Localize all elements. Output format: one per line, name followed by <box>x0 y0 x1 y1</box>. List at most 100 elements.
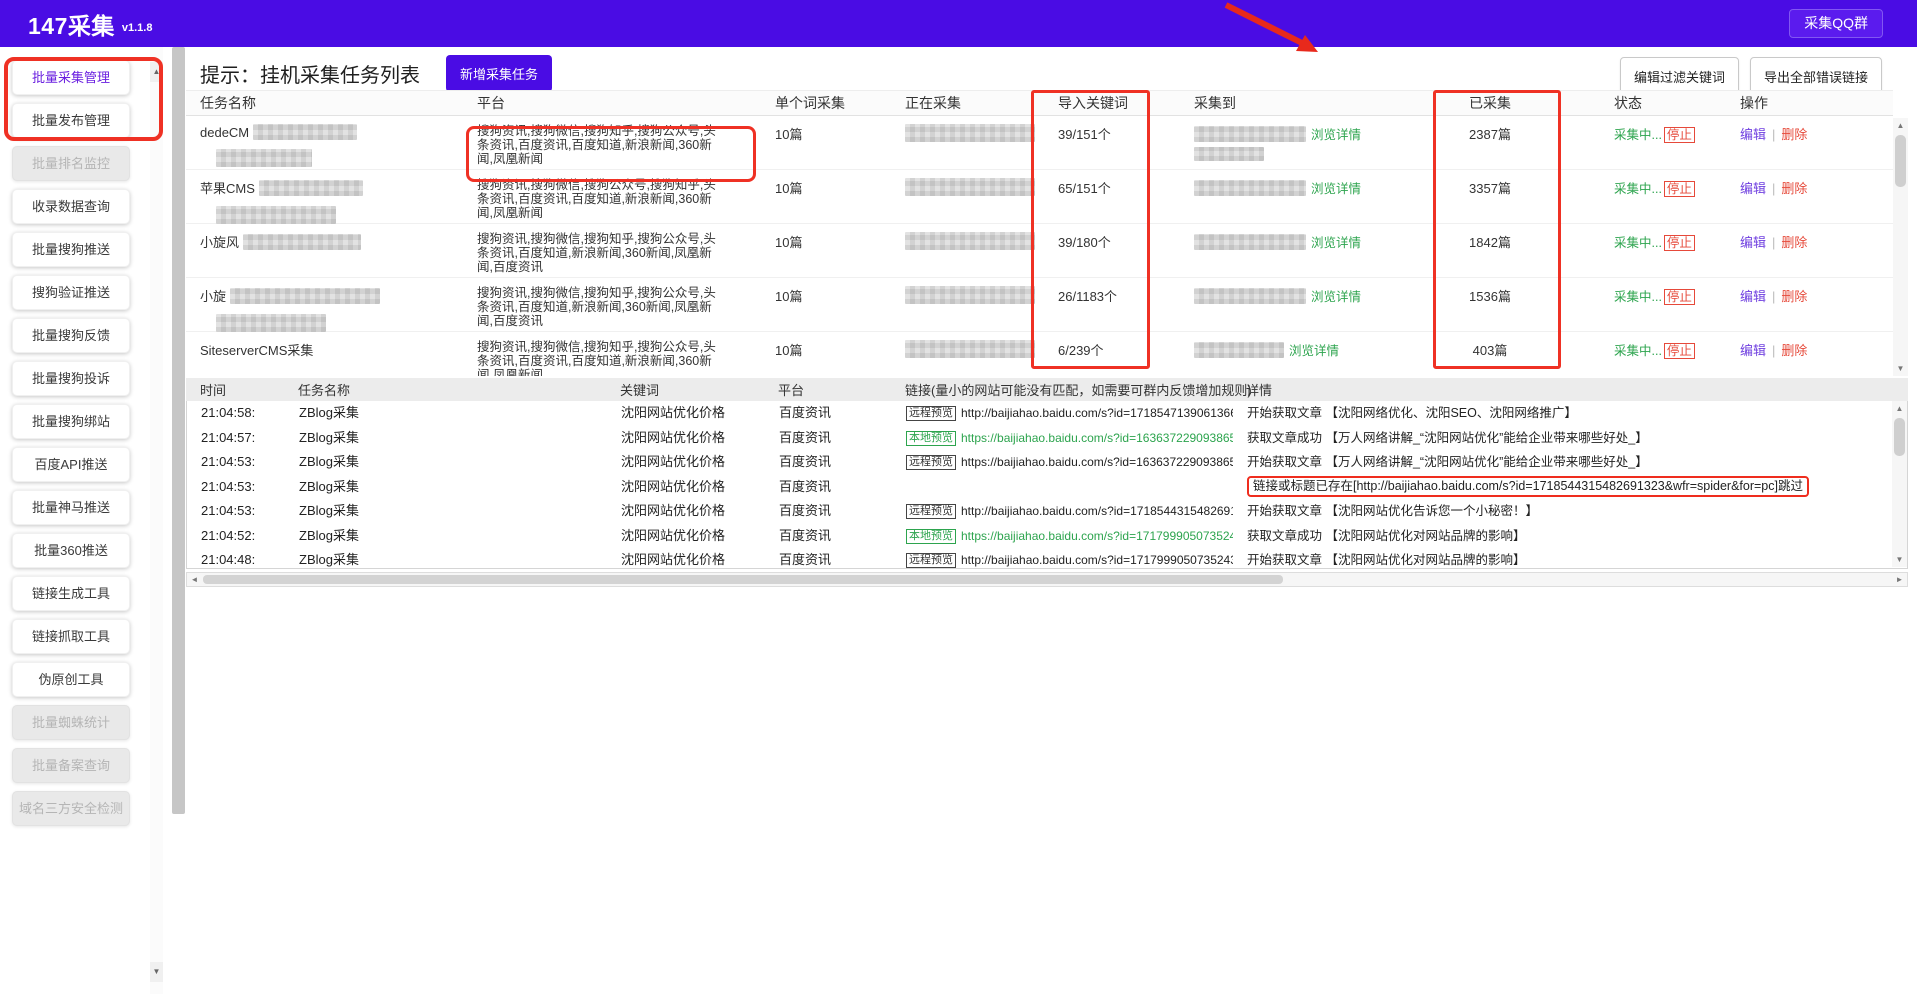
log-keyword: 沈阳网站优化价格 <box>607 475 765 500</box>
app-version: v1.1.8 <box>122 22 153 34</box>
sidebar-item-360-push[interactable]: 批量360推送 <box>12 533 130 568</box>
view-details-link[interactable]: 浏览详情 <box>1311 128 1361 142</box>
sidebar-item-pseudo-original[interactable]: 伪原创工具 <box>12 662 130 697</box>
log-detail: 获取文章成功 【沈阳网站优化对网站品牌的影响】 <box>1233 524 1907 549</box>
local-preview-badge[interactable]: 本地预览 <box>906 529 956 544</box>
sidebar-item-batch-collect[interactable]: 批量采集管理 <box>12 60 130 95</box>
stop-button[interactable]: 停止 <box>1664 235 1695 251</box>
stop-button[interactable]: 停止 <box>1664 343 1695 359</box>
task-name: 苹果CMS <box>186 170 463 224</box>
task-table-scrollbar[interactable]: ▲ ▼ <box>1893 118 1908 376</box>
sidebar-item-batch-publish[interactable]: 批量发布管理 <box>12 103 130 138</box>
log-keyword: 沈阳网站优化价格 <box>607 524 765 549</box>
local-preview-badge[interactable]: 本地预览 <box>906 431 956 446</box>
delete-button[interactable]: 删除 <box>1781 289 1807 304</box>
table-row: 小旋风 搜狗资讯,搜狗微信,搜狗知乎,搜狗公众号,头条资讯,百度知道,新浪新闻,… <box>186 224 1893 278</box>
view-details-link[interactable]: 浏览详情 <box>1311 290 1361 304</box>
collected-count: 1536篇 <box>1420 278 1560 305</box>
scroll-up-icon[interactable]: ▲ <box>1892 401 1907 416</box>
task-name: dedeCM <box>186 116 463 167</box>
status-cell: 采集中...停止 <box>1560 116 1706 143</box>
scroll-down-icon[interactable]: ▼ <box>150 962 163 982</box>
remote-preview-badge[interactable]: 远程预览 <box>906 455 956 470</box>
col-header-collecting: 正在采集 <box>891 93 1044 113</box>
separator: | <box>1772 343 1775 358</box>
status-badge: 采集中... <box>1614 128 1662 142</box>
table-row: 小旋 搜狗资讯,搜狗微信,搜狗知乎,搜狗公众号,头条资讯,百度知道,新浪新闻,3… <box>186 278 1893 332</box>
log-time: 21:04:53: <box>187 450 285 475</box>
stop-button[interactable]: 停止 <box>1664 289 1695 305</box>
edit-button[interactable]: 编辑 <box>1740 343 1766 358</box>
sidebar-scrollbar[interactable]: ▲ ▼ <box>150 47 163 994</box>
sidebar-item-link-generate[interactable]: 链接生成工具 <box>12 576 130 611</box>
log-platform: 百度资讯 <box>765 548 892 569</box>
per-word-count: 10篇 <box>761 170 891 197</box>
col-header-actions: 操作 <box>1706 93 1893 113</box>
scroll-up-icon[interactable]: ▲ <box>150 62 163 82</box>
sidebar-item-sogou-bind[interactable]: 批量搜狗绑站 <box>12 404 130 439</box>
sidebar-item-sogou-complaint[interactable]: 批量搜狗投诉 <box>12 361 130 396</box>
sidebar-item-link-grab[interactable]: 链接抓取工具 <box>12 619 130 654</box>
content-scrollbar-strip[interactable] <box>172 47 185 814</box>
edit-button[interactable]: 编辑 <box>1740 127 1766 142</box>
sidebar-item-baidu-api-push[interactable]: 百度API推送 <box>12 447 130 482</box>
scroll-right-icon[interactable]: ► <box>1892 573 1907 586</box>
view-details-link[interactable]: 浏览详情 <box>1311 236 1361 250</box>
add-task-button[interactable]: 新增采集任务 <box>446 55 552 92</box>
remote-preview-badge[interactable]: 远程预览 <box>906 406 956 421</box>
scrollbar-thumb[interactable] <box>1894 418 1905 456</box>
log-link: 远程预览 http://baijiahao.baidu.com/s?id=1718… <box>892 401 1233 426</box>
log-url[interactable]: https://baijiahao.baidu.com/s?id=1717999… <box>961 529 1233 543</box>
qq-group-button[interactable]: 采集QQ群 <box>1789 9 1883 38</box>
sidebar-item-sogou-push[interactable]: 批量搜狗推送 <box>12 232 130 267</box>
redacted-text <box>259 180 363 196</box>
scrollbar-thumb[interactable] <box>1895 135 1906 187</box>
log-platform: 百度资讯 <box>765 401 892 426</box>
per-word-count: 10篇 <box>761 224 891 251</box>
delete-button[interactable]: 删除 <box>1781 181 1807 196</box>
view-details-link[interactable]: 浏览详情 <box>1311 182 1361 196</box>
scroll-left-icon[interactable]: ◄ <box>187 573 202 586</box>
delete-button[interactable]: 删除 <box>1781 343 1807 358</box>
scroll-down-icon[interactable]: ▼ <box>1893 361 1908 376</box>
sidebar-item-shenma-push[interactable]: 批量神马推送 <box>12 490 130 525</box>
stop-button[interactable]: 停止 <box>1664 127 1695 143</box>
edit-button[interactable]: 编辑 <box>1740 235 1766 250</box>
log-url[interactable]: https://baijiahao.baidu.com/s?id=1636372… <box>961 455 1233 469</box>
collecting-now <box>891 278 1044 304</box>
collecting-now <box>891 170 1044 196</box>
log-url[interactable]: http://baijiahao.baidu.com/s?id=17179990… <box>961 553 1233 567</box>
remote-preview-badge[interactable]: 远程预览 <box>906 553 956 568</box>
log-url[interactable]: http://baijiahao.baidu.com/s?id=17185443… <box>961 504 1233 518</box>
actions-cell: 编辑|删除 <box>1706 224 1893 251</box>
edit-button[interactable]: 编辑 <box>1740 181 1766 196</box>
view-details-link[interactable]: 浏览详情 <box>1289 344 1339 358</box>
separator: | <box>1772 289 1775 304</box>
log-url[interactable]: https://baijiahao.baidu.com/s?id=1636372… <box>961 431 1233 445</box>
per-word-count: 10篇 <box>761 116 891 143</box>
stop-button[interactable]: 停止 <box>1664 181 1695 197</box>
delete-button[interactable]: 删除 <box>1781 235 1807 250</box>
sidebar-item-icp-query: 批量备案查询 <box>12 748 130 783</box>
sidebar-item-sogou-verify-push[interactable]: 搜狗验证推送 <box>12 275 130 310</box>
redacted-text <box>1194 147 1264 161</box>
col-header-status: 状态 <box>1560 93 1706 113</box>
remote-preview-badge[interactable]: 远程预览 <box>906 504 956 519</box>
task-platforms: 搜狗资讯,搜狗微信,搜狗知乎,搜狗公众号,头条资讯,百度资讯,百度知道,新浪新闻… <box>463 116 761 166</box>
log-url[interactable]: http://baijiahao.baidu.com/s?id=17185471… <box>961 406 1233 420</box>
page-title: 提示：挂机采集任务列表 <box>200 59 420 88</box>
log-detail: 开始获取文章 【万人网络讲解_“沈阳网站优化”能给企业带来哪些好处_】 <box>1233 450 1907 475</box>
log-task: ZBlog采集 <box>285 426 607 451</box>
log-scrollbar[interactable]: ▲ ▼ <box>1892 401 1907 567</box>
scroll-down-icon[interactable]: ▼ <box>1892 552 1907 567</box>
log-horizontal-scrollbar[interactable]: ◄ ► <box>186 572 1908 587</box>
app-title: 147采集 <box>28 7 115 41</box>
scroll-up-icon[interactable]: ▲ <box>1893 118 1908 133</box>
col-header-collected-to: 采集到 <box>1180 93 1420 113</box>
delete-button[interactable]: 删除 <box>1781 127 1807 142</box>
edit-button[interactable]: 编辑 <box>1740 289 1766 304</box>
scrollbar-thumb[interactable] <box>203 575 1283 584</box>
log-link: 远程预览 http://baijiahao.baidu.com/s?id=1717… <box>892 548 1233 569</box>
sidebar-item-sogou-feedback[interactable]: 批量搜狗反馈 <box>12 318 130 353</box>
sidebar-item-index-query[interactable]: 收录数据查询 <box>12 189 130 224</box>
